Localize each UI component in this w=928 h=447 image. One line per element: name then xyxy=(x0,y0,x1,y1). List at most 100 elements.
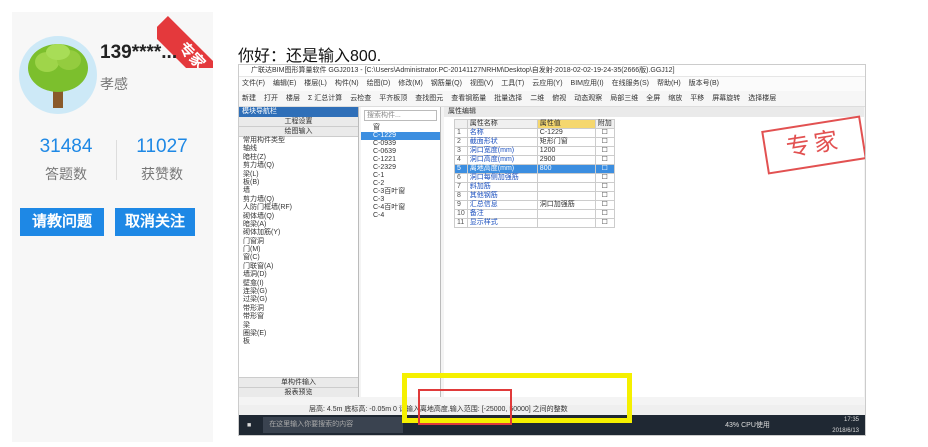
username[interactable]: 139****... xyxy=(100,42,177,64)
nav-tree-item: 板(B) xyxy=(243,178,260,186)
property-index: 6 xyxy=(454,173,468,183)
nav-tree-item: 墙 xyxy=(243,187,250,195)
toolbar-item: 查找图元 xyxy=(415,95,444,102)
nav-tree-item: 门窗洞 xyxy=(243,237,264,245)
nav-title: 模块导航栏 xyxy=(239,107,358,117)
property-name: 洞口每侧加强筋 xyxy=(466,173,538,183)
nav-bottom: 单构件输入 报表预览 xyxy=(239,377,358,397)
toolbar-item: 批量选择 xyxy=(494,95,523,102)
property-row: 3 洞口宽度(mm) 1200 ☐ xyxy=(454,146,615,156)
toolbar-item: 全屏 xyxy=(646,95,661,102)
property-value: 800 xyxy=(536,164,596,174)
property-index: 9 xyxy=(454,200,468,210)
tree-avatar-icon xyxy=(28,44,88,108)
nav-tree-item: 门联窗(A) xyxy=(243,262,274,270)
toolbar-item: 云检查 xyxy=(350,95,372,102)
clock-time: 17:35 xyxy=(843,417,859,423)
likes-stat: 11027 获赞数 xyxy=(122,136,202,184)
toolbar-item: 屏幕旋转 xyxy=(712,95,741,102)
property-extra-checkbox: ☐ xyxy=(594,209,615,219)
component-list-item: C-4百叶窗 xyxy=(373,204,406,211)
nav-tree-item: 暗柱(Z) xyxy=(243,153,266,161)
answers-count: 31484 xyxy=(39,136,93,157)
component-search-input: 搜索构件... xyxy=(364,110,437,121)
property-table: 属性名称 属性值 附加 1 名称 C-1229 ☐ 2 截面形状 矩形门窗 ☐ 3 洞口宽度(mm… xyxy=(454,119,615,228)
highlight-red-box xyxy=(418,389,512,425)
component-list-item: C-2329 xyxy=(373,164,396,171)
nav-tree-item: 圈梁(E) xyxy=(243,329,267,337)
toolbar-item: 打开 xyxy=(264,95,278,102)
nav-project-settings: 工程设置 xyxy=(239,117,358,127)
tray-status: 43% CPU使用 xyxy=(725,422,770,429)
property-value xyxy=(536,191,596,201)
property-row: 9 汇总信息 洞口加强筋 ☐ xyxy=(454,200,615,210)
property-index: 5 xyxy=(454,164,468,174)
property-name: 其他钢筋 xyxy=(466,191,538,201)
menu-item: 构件(N) xyxy=(334,80,359,87)
property-extra-checkbox: ☐ xyxy=(594,173,615,183)
nav-tree-item: 门(M) xyxy=(243,246,261,254)
property-value: 矩形门窗 xyxy=(536,137,596,147)
component-list-item: C-3百叶窗 xyxy=(373,188,406,195)
property-rows: 1 名称 C-1229 ☐ 2 截面形状 矩形门窗 ☐ 3 洞口宽度(mm) 1200 ☐ 4 洞口高度(… xyxy=(454,128,615,228)
nav-tree-item: 梁 xyxy=(243,321,250,329)
nav-tree-item: 梁(L) xyxy=(243,170,259,178)
toolbar-item: 动态观察 xyxy=(574,95,603,102)
property-row: 1 名称 C-1229 ☐ xyxy=(454,128,615,138)
property-value xyxy=(536,173,596,183)
property-row: 5 离地高度(mm) 800 ☐ xyxy=(454,164,615,174)
menu-item: 绘图(D) xyxy=(366,80,391,87)
menu-item: 版本号(B) xyxy=(688,80,720,87)
property-header-index xyxy=(454,119,468,129)
menu-item: 在线服务(S) xyxy=(611,80,649,87)
property-row: 7 斜加筋 ☐ xyxy=(454,182,615,192)
property-name: 截面形状 xyxy=(466,137,538,147)
unfollow-button[interactable]: 取消关注 xyxy=(115,208,195,236)
nav-tree-item: 砌体墙(Q) xyxy=(243,212,275,220)
nav-tree-item: 板 xyxy=(243,338,250,346)
taskbar-search: 在这里输入你要搜索的内容 xyxy=(263,417,404,434)
nav-tree-item: 轴线 xyxy=(243,145,257,153)
app-toolbar: 新建 打开 楼层 Σ 汇总计算 云检查 平齐板顶 查找图元 查看钢筋量 批量选择 二维 俯视 动态观察… xyxy=(239,91,865,107)
toolbar-item: 二维 xyxy=(530,95,545,102)
property-value xyxy=(536,209,596,219)
menu-item: 文件(F) xyxy=(242,80,265,87)
toolbar-item: Σ 汇总计算 xyxy=(308,95,343,102)
component-list-item: C-4 xyxy=(373,212,385,219)
component-list-item: C-0939 xyxy=(373,140,396,147)
likes-label: 获赞数 xyxy=(141,166,183,182)
nav-tree-item: 砌体加筋(Y) xyxy=(243,229,281,237)
profile-card: 专家 139****... 孝感 31484 答题数 11027 获赞数 请教问… xyxy=(12,12,213,442)
nav-tree-item: 带形洞 xyxy=(243,304,264,312)
likes-count: 11027 xyxy=(136,136,188,157)
answer-text: 你好：还是输入800. xyxy=(238,48,382,65)
property-value xyxy=(536,218,596,228)
windows-start-icon: ■ xyxy=(247,422,252,429)
app-menubar: 文件(F) 编辑(E) 楼层(L) 构件(N) 绘图(D) 修改(M) 钢筋量(Q) 视图(V… xyxy=(239,77,865,91)
toolbar-item: 楼层 xyxy=(286,95,300,102)
nav-tree: 常用构件类型 轴线 暗柱(Z) 剪力墙(Q) 梁(L) 板(B) 墙剪力墙(Q) 人防门框墙(… xyxy=(239,137,358,347)
property-index: 3 xyxy=(454,146,468,156)
taskbar-clock: 17:35 2018/6/13 xyxy=(832,415,859,435)
menu-item: 云应用(Y) xyxy=(532,80,563,87)
property-index: 4 xyxy=(454,155,468,165)
ask-question-button[interactable]: 请教问题 xyxy=(20,208,104,236)
component-list-item: 窗 xyxy=(373,124,380,131)
property-header-extra: 附加 xyxy=(594,119,615,129)
property-name: 洞口宽度(mm) xyxy=(466,146,538,156)
nav-tree-item: 剪力墙(Q) xyxy=(243,162,275,170)
component-list-item: C-1 xyxy=(373,172,385,179)
property-name: 汇总信息 xyxy=(466,200,538,210)
property-extra-checkbox: ☐ xyxy=(594,128,615,138)
avatar[interactable] xyxy=(19,36,97,114)
property-row: 10 备注 ☐ xyxy=(454,209,615,219)
property-name: 备注 xyxy=(466,209,538,219)
property-extra-checkbox: ☐ xyxy=(594,146,615,156)
menu-item: BIM应用(I) xyxy=(570,80,604,87)
menu-item: 帮助(H) xyxy=(656,80,681,87)
nav-drawing-input: 绘图输入 xyxy=(239,127,358,137)
nav-tree-item: 过梁(G) xyxy=(243,296,268,304)
menu-item: 编辑(E) xyxy=(272,80,297,87)
component-list-item: C-2 xyxy=(373,180,385,187)
property-row: 8 其他钢筋 ☐ xyxy=(454,191,615,201)
